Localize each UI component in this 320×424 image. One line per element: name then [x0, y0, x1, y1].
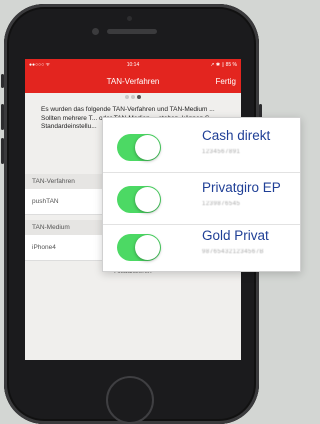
status-bar: ●●○○○ ᯤ 10:14 ↗ ✱ ▯ 85 % [25, 59, 241, 71]
status-indicators: ↗ ✱ ▯ 85 % [210, 62, 237, 68]
done-button[interactable]: Fertig [216, 71, 236, 93]
mute-switch [1, 74, 4, 88]
account-toggle[interactable] [117, 134, 161, 161]
account-toggle[interactable] [117, 186, 161, 213]
page-indicator [25, 95, 241, 101]
account-name: Privatgiro EP [202, 180, 281, 195]
account-selection-card: Cash direkt 1234567891 Privatgiro EP 123… [102, 117, 301, 272]
navigation-bar: TAN-Verfahren Fertig [25, 71, 241, 93]
account-toggle[interactable] [117, 234, 161, 261]
front-camera [92, 28, 99, 35]
toggle-knob [135, 187, 160, 212]
account-row[interactable]: Privatgiro EP 1239876545 [103, 173, 300, 225]
account-number: 1239876545 [202, 201, 241, 207]
account-number: 1234567891 [202, 149, 241, 155]
toggle-knob [135, 235, 160, 260]
account-row[interactable]: Cash direkt 1234567891 [103, 121, 300, 173]
page-dot-active[interactable] [137, 95, 141, 99]
status-time: 10:14 [126, 62, 140, 68]
account-name: Gold Privat [202, 228, 269, 243]
page-title: TAN-Verfahren [106, 77, 160, 86]
account-name: Cash direkt [202, 128, 271, 143]
account-number: 987654321234567B [202, 249, 265, 255]
toggle-knob [135, 135, 160, 160]
earpiece-speaker [107, 29, 157, 34]
volume-up-button [1, 104, 4, 130]
account-row[interactable]: Gold Privat 987654321234567B [103, 221, 300, 273]
page-dot[interactable] [125, 95, 129, 99]
page-dot[interactable] [131, 95, 135, 99]
volume-down-button [1, 138, 4, 164]
proximity-sensor [127, 16, 132, 21]
